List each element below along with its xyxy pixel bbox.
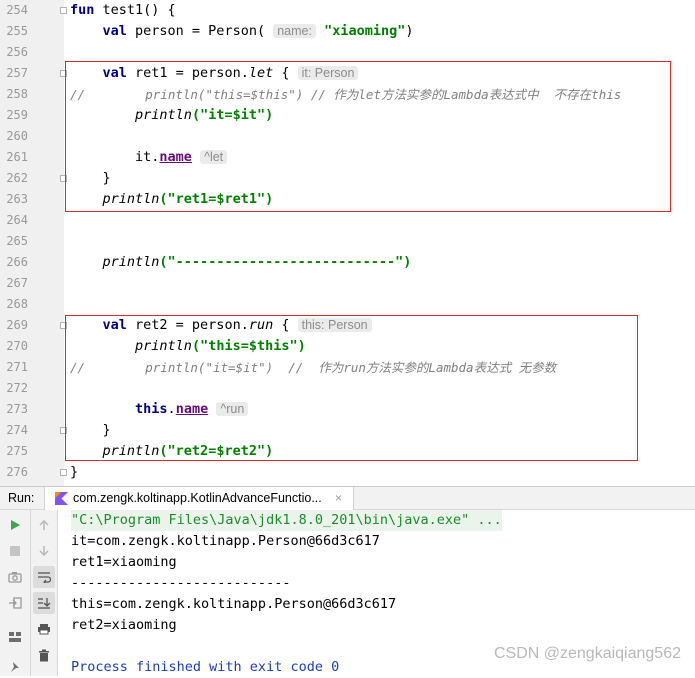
watermark: CSDN @zengkaiqiang562 xyxy=(493,645,681,662)
process-exit-line: Process finished with exit code 0 xyxy=(71,659,340,675)
line-number: 274 xyxy=(6,423,28,437)
close-icon[interactable]: × xyxy=(335,491,342,505)
keyword: val xyxy=(102,23,127,39)
console-line: ret2=xiaoming xyxy=(71,617,177,633)
camera-icon[interactable] xyxy=(4,566,26,588)
string-literal: ("---------------------------") xyxy=(159,254,412,270)
line-number: 268 xyxy=(6,297,28,311)
line-number: 259 xyxy=(6,108,28,122)
layout-icon[interactable] xyxy=(4,626,26,648)
kotlin-icon xyxy=(55,492,68,505)
code-line-266: println("---------------------------") xyxy=(70,252,412,273)
line-number: 272 xyxy=(6,381,28,395)
console-line: --------------------------- xyxy=(71,575,291,591)
string-literal: "xiaoming" xyxy=(324,23,406,39)
scroll-to-end-icon[interactable] xyxy=(33,592,55,614)
print-icon[interactable] xyxy=(33,618,55,640)
line-number: 271 xyxy=(6,360,28,374)
run-toolbar-secondary xyxy=(31,510,58,676)
run-config-tab-title: com.zengk.koltinapp.KotlinAdvanceFunctio… xyxy=(73,491,322,505)
arrow-down-icon[interactable] xyxy=(33,540,55,562)
console-line: it=com.zengk.koltinapp.Person@66d3c617 xyxy=(71,533,380,549)
keyword: fun xyxy=(70,2,95,18)
trash-icon[interactable] xyxy=(33,644,55,666)
code-text: ) xyxy=(405,23,414,39)
line-number: 273 xyxy=(6,402,28,416)
login-icon[interactable] xyxy=(4,592,26,614)
run-config-tab[interactable]: com.zengk.koltinapp.KotlinAdvanceFunctio… xyxy=(44,487,354,510)
code-line-276: } xyxy=(70,462,78,483)
line-number: 262 xyxy=(6,171,28,185)
parameter-name-hint: name: xyxy=(273,24,316,38)
function-call: println xyxy=(102,254,160,270)
line-number-gutter: 254 255 256 257 258 259 260 261 262 263 … xyxy=(0,0,64,486)
line-number: 254 xyxy=(6,3,28,17)
console-line: ret1=xiaoming xyxy=(71,554,177,570)
code-text: } xyxy=(70,464,79,480)
arrow-up-icon[interactable] xyxy=(33,514,55,536)
line-number: 269 xyxy=(6,318,28,332)
code-line-254: fun test1() { xyxy=(70,0,176,21)
line-number: 264 xyxy=(6,213,28,227)
line-number: 261 xyxy=(6,150,28,164)
pin-icon[interactable] xyxy=(4,656,26,678)
line-number: 267 xyxy=(6,276,28,290)
line-number: 265 xyxy=(6,234,28,248)
code-text: person = Person( xyxy=(126,23,274,39)
code-line-255: val person = Person( name: "xiaoming") xyxy=(70,21,414,42)
line-number: 270 xyxy=(6,339,28,353)
fold-marker-icon[interactable] xyxy=(60,469,67,476)
line-number: 266 xyxy=(6,255,28,269)
line-number: 260 xyxy=(6,129,28,143)
highlight-box-run xyxy=(65,315,638,461)
line-number: 256 xyxy=(6,45,28,59)
rerun-icon[interactable] xyxy=(4,514,26,536)
highlight-box-let xyxy=(65,61,671,212)
line-number: 255 xyxy=(6,24,28,38)
line-number: 275 xyxy=(6,444,28,458)
line-number: 257 xyxy=(6,66,28,80)
run-label: Run: xyxy=(8,491,35,505)
run-tool-window-header: Run: com.zengk.koltinapp.KotlinAdvanceFu… xyxy=(0,486,695,510)
console-line: "C:\Program Files\Java\jdk1.8.0_201\bin\… xyxy=(71,510,502,531)
code-editor[interactable]: 254 255 256 257 258 259 260 261 262 263 … xyxy=(0,0,695,486)
run-toolbar-primary xyxy=(0,510,31,676)
stop-icon[interactable] xyxy=(4,540,26,562)
fold-marker-icon[interactable] xyxy=(60,7,67,14)
line-number: 263 xyxy=(6,192,28,206)
line-number: 258 xyxy=(6,87,28,101)
code-text: test1() { xyxy=(94,2,176,18)
soft-wrap-icon[interactable] xyxy=(33,566,55,588)
console-line: this=com.zengk.koltinapp.Person@66d3c617 xyxy=(71,596,397,612)
line-number: 276 xyxy=(6,465,28,479)
